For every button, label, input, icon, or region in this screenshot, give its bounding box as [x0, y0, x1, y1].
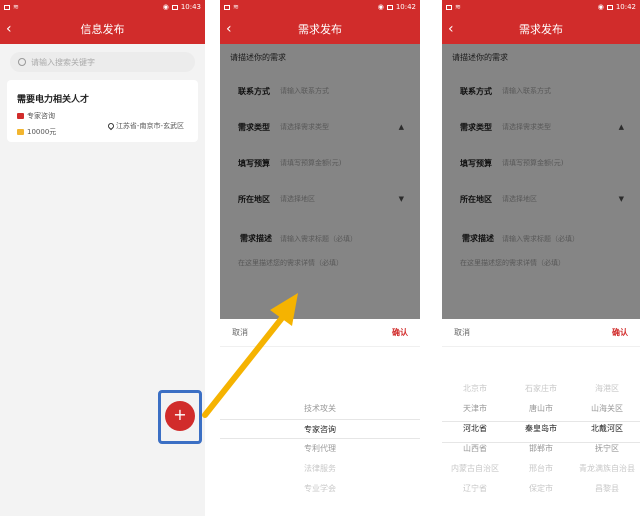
province-option[interactable]: 内蒙古自治区 [442, 459, 508, 479]
wifi-icon: ≋ [455, 3, 461, 11]
cancel-button[interactable]: 取消 [454, 327, 470, 338]
city-option[interactable]: 保定市 [508, 479, 574, 499]
battery-icon [171, 4, 178, 10]
city-option[interactable]: 唐山市 [508, 399, 574, 419]
city-option[interactable]: 石家庄市 [508, 379, 574, 399]
city-option[interactable]: 秦皇岛市 [508, 419, 574, 439]
back-icon[interactable]: ‹ [6, 20, 12, 38]
card-title: 需要电力相关人才 [17, 95, 90, 105]
district-option[interactable]: 抚宁区 [574, 439, 640, 459]
nav-bar: ‹ 需求发布 [220, 14, 420, 44]
picker-toolbar: 取消 确认 [220, 319, 420, 347]
province-wheel[interactable]: 北京市 天津市 河北省 山西省 内蒙古自治区 辽宁省 [442, 379, 508, 499]
demand-card[interactable]: 需要电力相关人才 专家咨询 10000元 江苏省-南京市-玄武区 [7, 80, 198, 142]
divider [205, 0, 220, 516]
search-icon [18, 58, 26, 66]
sim-icon [4, 4, 10, 10]
demand-form-region-screen: ≋ ◉ 10:42 ‹ 需求发布 请描述你的需求 联系方式 请输入联系方式 需求类型… [442, 0, 640, 516]
page-title: 需求发布 [298, 23, 342, 36]
add-button[interactable]: + [165, 401, 195, 431]
eye-icon: ◉ [162, 3, 169, 11]
city-wheel[interactable]: 石家庄市 唐山市 秦皇岛市 邯郸市 邢台市 保定市 [508, 379, 574, 499]
confirm-button[interactable]: 确认 [392, 327, 408, 338]
district-option[interactable]: 北戴河区 [574, 419, 640, 439]
status-time: 10:42 [395, 3, 416, 11]
wifi-icon: ≋ [233, 3, 239, 11]
type-option[interactable]: 法律服务 [220, 459, 420, 479]
type-option[interactable]: 专利代理 [220, 439, 420, 459]
picker-toolbar: 取消 确认 [442, 319, 640, 347]
status-bar: ≋ ◉ 10:42 [220, 0, 420, 14]
sim-icon [224, 4, 230, 10]
status-bar: ≋ ◉ 10:42 [442, 0, 640, 14]
district-option[interactable]: 山海关区 [574, 399, 640, 419]
eye-icon: ◉ [597, 3, 604, 11]
region-picker: 取消 确认 北京市 天津市 河北省 山西省 内蒙古自治区 辽宁省 石家庄市 唐山市 秦皇岛市邯… [442, 319, 640, 516]
type-picker: 取消 确认 技术攻关 专家咨询 专利代理 法律服务 专业学会 [220, 319, 420, 516]
card-location: 江苏省-南京市-玄武区 [115, 122, 184, 130]
confirm-button[interactable]: 确认 [612, 327, 628, 338]
divider [420, 0, 442, 516]
type-option[interactable]: 技术攻关 [220, 399, 420, 419]
district-option[interactable]: 昌黎县 [574, 479, 640, 499]
card-budget: 10000元 [27, 128, 57, 136]
status-time: 10:42 [615, 3, 636, 11]
modal-overlay[interactable] [220, 44, 420, 319]
district-wheel[interactable]: 海港区 山海关区 北戴河区 抚宁区 青龙满族自治县 昌黎县 [574, 379, 640, 499]
battery-icon [606, 4, 613, 10]
status-time: 10:43 [180, 3, 201, 11]
type-tag-icon [17, 113, 24, 119]
modal-overlay[interactable] [442, 44, 640, 319]
province-option[interactable]: 山西省 [442, 439, 508, 459]
province-option[interactable]: 天津市 [442, 399, 508, 419]
page-title: 信息发布 [80, 23, 125, 36]
nav-bar: ‹ 信息发布 [0, 14, 205, 44]
search-placeholder: 请输入搜索关键字 [31, 57, 95, 67]
back-icon[interactable]: ‹ [448, 20, 454, 38]
type-wheel[interactable]: 技术攻关 专家咨询 专利代理 法律服务 专业学会 [220, 399, 420, 499]
nav-bar: ‹ 需求发布 [442, 14, 640, 44]
search-input[interactable]: 请输入搜索关键字 [10, 52, 195, 72]
city-option[interactable]: 邯郸市 [508, 439, 574, 459]
type-option[interactable]: 专家咨询 [220, 419, 420, 439]
battery-icon [386, 4, 393, 10]
location-pin-icon [106, 121, 116, 131]
sim-icon [446, 4, 452, 10]
card-type: 专家咨询 [27, 112, 55, 120]
budget-icon [17, 129, 24, 135]
province-option[interactable]: 北京市 [442, 379, 508, 399]
eye-icon: ◉ [377, 3, 384, 11]
page-title: 需求发布 [519, 23, 563, 36]
back-icon[interactable]: ‹ [226, 20, 232, 38]
district-option[interactable]: 海港区 [574, 379, 640, 399]
province-option[interactable]: 辽宁省 [442, 479, 508, 499]
province-option[interactable]: 河北省 [442, 419, 508, 439]
wifi-icon: ≋ [13, 3, 19, 11]
status-bar: ≋ ◉ 10:43 [0, 0, 205, 14]
info-publish-screen: ≋ ◉ 10:43 ‹ 信息发布 请输入搜索关键字 需要电力相关人才 专家咨询 1… [0, 0, 205, 516]
district-option[interactable]: 青龙满族自治县 [574, 459, 640, 479]
demand-form-type-screen: ≋ ◉ 10:42 ‹ 需求发布 请描述你的需求 联系方式 请输入联系方式 需求类型… [220, 0, 420, 516]
cancel-button[interactable]: 取消 [232, 327, 248, 338]
type-option[interactable]: 专业学会 [220, 479, 420, 499]
region-wheels: 北京市 天津市 河北省 山西省 内蒙古自治区 辽宁省 石家庄市 唐山市 秦皇岛市 邯郸市 邢台市保… [442, 379, 640, 499]
city-option[interactable]: 邢台市 [508, 459, 574, 479]
